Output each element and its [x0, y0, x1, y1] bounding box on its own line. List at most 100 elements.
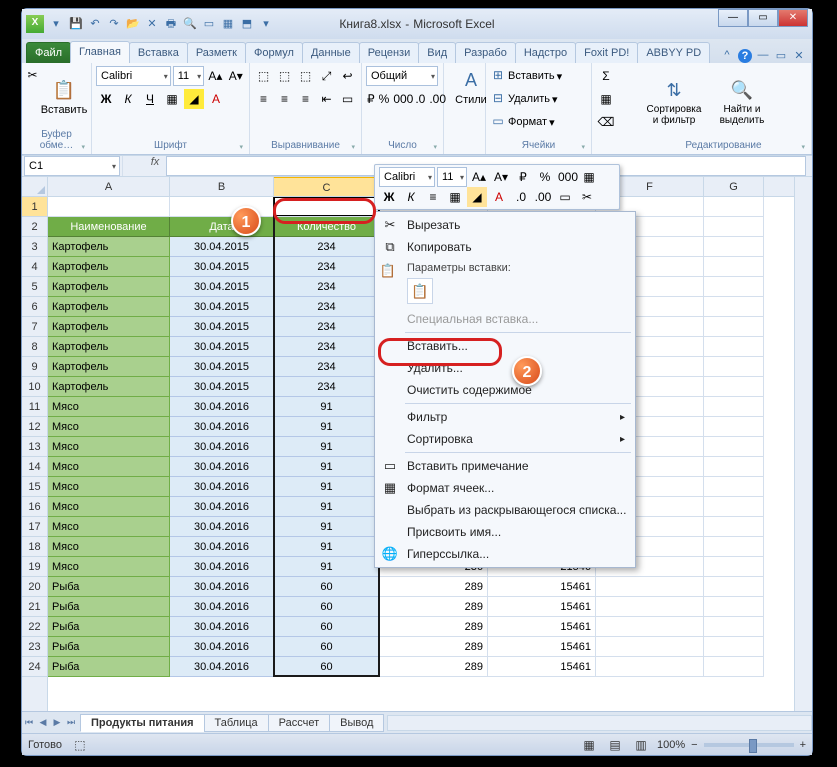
zoom-slider[interactable]	[704, 743, 794, 747]
cell-F20[interactable]	[596, 577, 704, 597]
cell-G19[interactable]	[704, 557, 764, 577]
cell-G2[interactable]	[704, 217, 764, 237]
cell-G4[interactable]	[704, 257, 764, 277]
qat-new-icon[interactable]: ▭	[201, 16, 217, 32]
cell-A24[interactable]: Рыба	[48, 657, 170, 677]
align-bot-icon[interactable]: ⬚	[296, 66, 315, 86]
cell-A22[interactable]: Рыба	[48, 617, 170, 637]
row-header-24[interactable]: 24	[22, 657, 47, 677]
tab-home[interactable]: Главная	[70, 41, 130, 63]
cells-insert-button[interactable]: ⊞Вставить ▾	[490, 65, 587, 87]
cell-A9[interactable]: Картофель	[48, 357, 170, 377]
cell-C14[interactable]: 91	[274, 457, 380, 477]
cell-G6[interactable]	[704, 297, 764, 317]
cell-C23[interactable]: 60	[274, 637, 380, 657]
cell-G9[interactable]	[704, 357, 764, 377]
align-right-icon[interactable]: ≡	[296, 89, 315, 109]
help-icon[interactable]: ?	[738, 49, 752, 63]
qat-redo-icon[interactable]: ↷	[106, 16, 122, 32]
zoom-in-button[interactable]: +	[800, 739, 806, 751]
close-button[interactable]: ✕	[778, 9, 808, 27]
cell-B14[interactable]: 30.04.2016	[170, 457, 274, 477]
cell-A11[interactable]: Мясо	[48, 397, 170, 417]
cell-G14[interactable]	[704, 457, 764, 477]
mini-size-combo[interactable]: 11	[437, 167, 467, 187]
cell-B19[interactable]: 30.04.2016	[170, 557, 274, 577]
shrink-font-icon[interactable]: A▾	[227, 66, 245, 86]
cell-C12[interactable]: 91	[274, 417, 380, 437]
cell-G15[interactable]	[704, 477, 764, 497]
mini-font-combo[interactable]: Calibri	[379, 167, 435, 187]
tab-insert[interactable]: Вставка	[129, 42, 188, 63]
row-header-22[interactable]: 22	[22, 617, 47, 637]
cell-B16[interactable]: 30.04.2016	[170, 497, 274, 517]
mini-condfmt-icon[interactable]: ▦	[579, 167, 599, 187]
align-mid-icon[interactable]: ⬚	[275, 66, 294, 86]
mini-shrink-icon[interactable]: A▾	[491, 167, 511, 187]
row-header-17[interactable]: 17	[22, 517, 47, 537]
qat-undo-icon[interactable]: ↶	[87, 16, 103, 32]
paste-opt-default[interactable]: 📋	[407, 278, 433, 304]
cell-A7[interactable]: Картофель	[48, 317, 170, 337]
tab-formulas[interactable]: Формул	[245, 42, 303, 63]
cell-A18[interactable]: Мясо	[48, 537, 170, 557]
qat-btn11-icon[interactable]: ▾	[258, 16, 274, 32]
inc-dec-icon[interactable]: .0	[414, 89, 426, 109]
cell-C5[interactable]: 234	[274, 277, 380, 297]
cell-E24[interactable]	[488, 657, 596, 677]
ctx-format-cells[interactable]: ▦Формат ячеек...	[377, 477, 633, 499]
mini-align-icon[interactable]: ≡	[423, 187, 443, 207]
cell-B23[interactable]: 30.04.2016	[170, 637, 274, 657]
cell-B6[interactable]: 30.04.2015	[170, 297, 274, 317]
cell-G22[interactable]	[704, 617, 764, 637]
mini-fontcolor-icon[interactable]: A	[489, 187, 509, 207]
sheet-nav-prev-icon[interactable]: ◀	[36, 717, 50, 728]
cell-E22[interactable]	[488, 617, 596, 637]
cell-G12[interactable]	[704, 417, 764, 437]
qat-btn9-icon[interactable]: ▦	[220, 16, 236, 32]
maximize-button[interactable]: ▭	[748, 9, 778, 27]
row-header-3[interactable]: 3	[22, 237, 47, 257]
cells-delete-button[interactable]: ⊟Удалить ▾	[490, 88, 587, 110]
cell-A12[interactable]: Мясо	[48, 417, 170, 437]
cell-G18[interactable]	[704, 537, 764, 557]
font-size-combo[interactable]: 11	[173, 66, 204, 86]
cells-format-button[interactable]: ▭Формат ▾	[490, 111, 587, 133]
row-header-14[interactable]: 14	[22, 457, 47, 477]
cell-G7[interactable]	[704, 317, 764, 337]
tab-dev[interactable]: Разрабо	[455, 42, 516, 63]
sheet-nav-next-icon[interactable]: ▶	[50, 717, 64, 728]
cell-A10[interactable]: Картофель	[48, 377, 170, 397]
row-header-7[interactable]: 7	[22, 317, 47, 337]
minimize-button[interactable]: —	[718, 9, 748, 27]
col-header-G[interactable]: G	[704, 177, 764, 196]
percent-icon[interactable]: %	[378, 89, 391, 109]
row-header-20[interactable]: 20	[22, 577, 47, 597]
align-center-icon[interactable]: ≡	[275, 89, 294, 109]
cell-D22[interactable]	[380, 617, 488, 637]
cell-G24[interactable]	[704, 657, 764, 677]
cell-F21[interactable]	[596, 597, 704, 617]
cell-A16[interactable]: Мясо	[48, 497, 170, 517]
doc-min-icon[interactable]: —	[756, 49, 770, 63]
cell-E21[interactable]	[488, 597, 596, 617]
mini-currency-icon[interactable]: ₽	[513, 167, 533, 187]
cell-C18[interactable]: 91	[274, 537, 380, 557]
cell-A5[interactable]: Картофель	[48, 277, 170, 297]
qat-print-icon[interactable]: 🖶	[163, 16, 179, 32]
cell-G16[interactable]	[704, 497, 764, 517]
cell-G17[interactable]	[704, 517, 764, 537]
cell-C21[interactable]: 60	[274, 597, 380, 617]
bold-button[interactable]: Ж	[96, 89, 116, 109]
cell-C7[interactable]: 234	[274, 317, 380, 337]
cell-B10[interactable]: 30.04.2015	[170, 377, 274, 397]
cell-A17[interactable]: Мясо	[48, 517, 170, 537]
tab-review[interactable]: Рецензи	[359, 42, 420, 63]
cell-A13[interactable]: Мясо	[48, 437, 170, 457]
align-top-icon[interactable]: ⬚	[254, 66, 273, 86]
tab-addin[interactable]: Надстро	[515, 42, 576, 63]
ctx-dropdown-list[interactable]: Выбрать из раскрывающегося списка...	[377, 499, 633, 521]
cell-A3[interactable]: Картофель	[48, 237, 170, 257]
qat-open-icon[interactable]: 📂	[125, 16, 141, 32]
doc-close-icon[interactable]: ✕	[792, 49, 806, 63]
